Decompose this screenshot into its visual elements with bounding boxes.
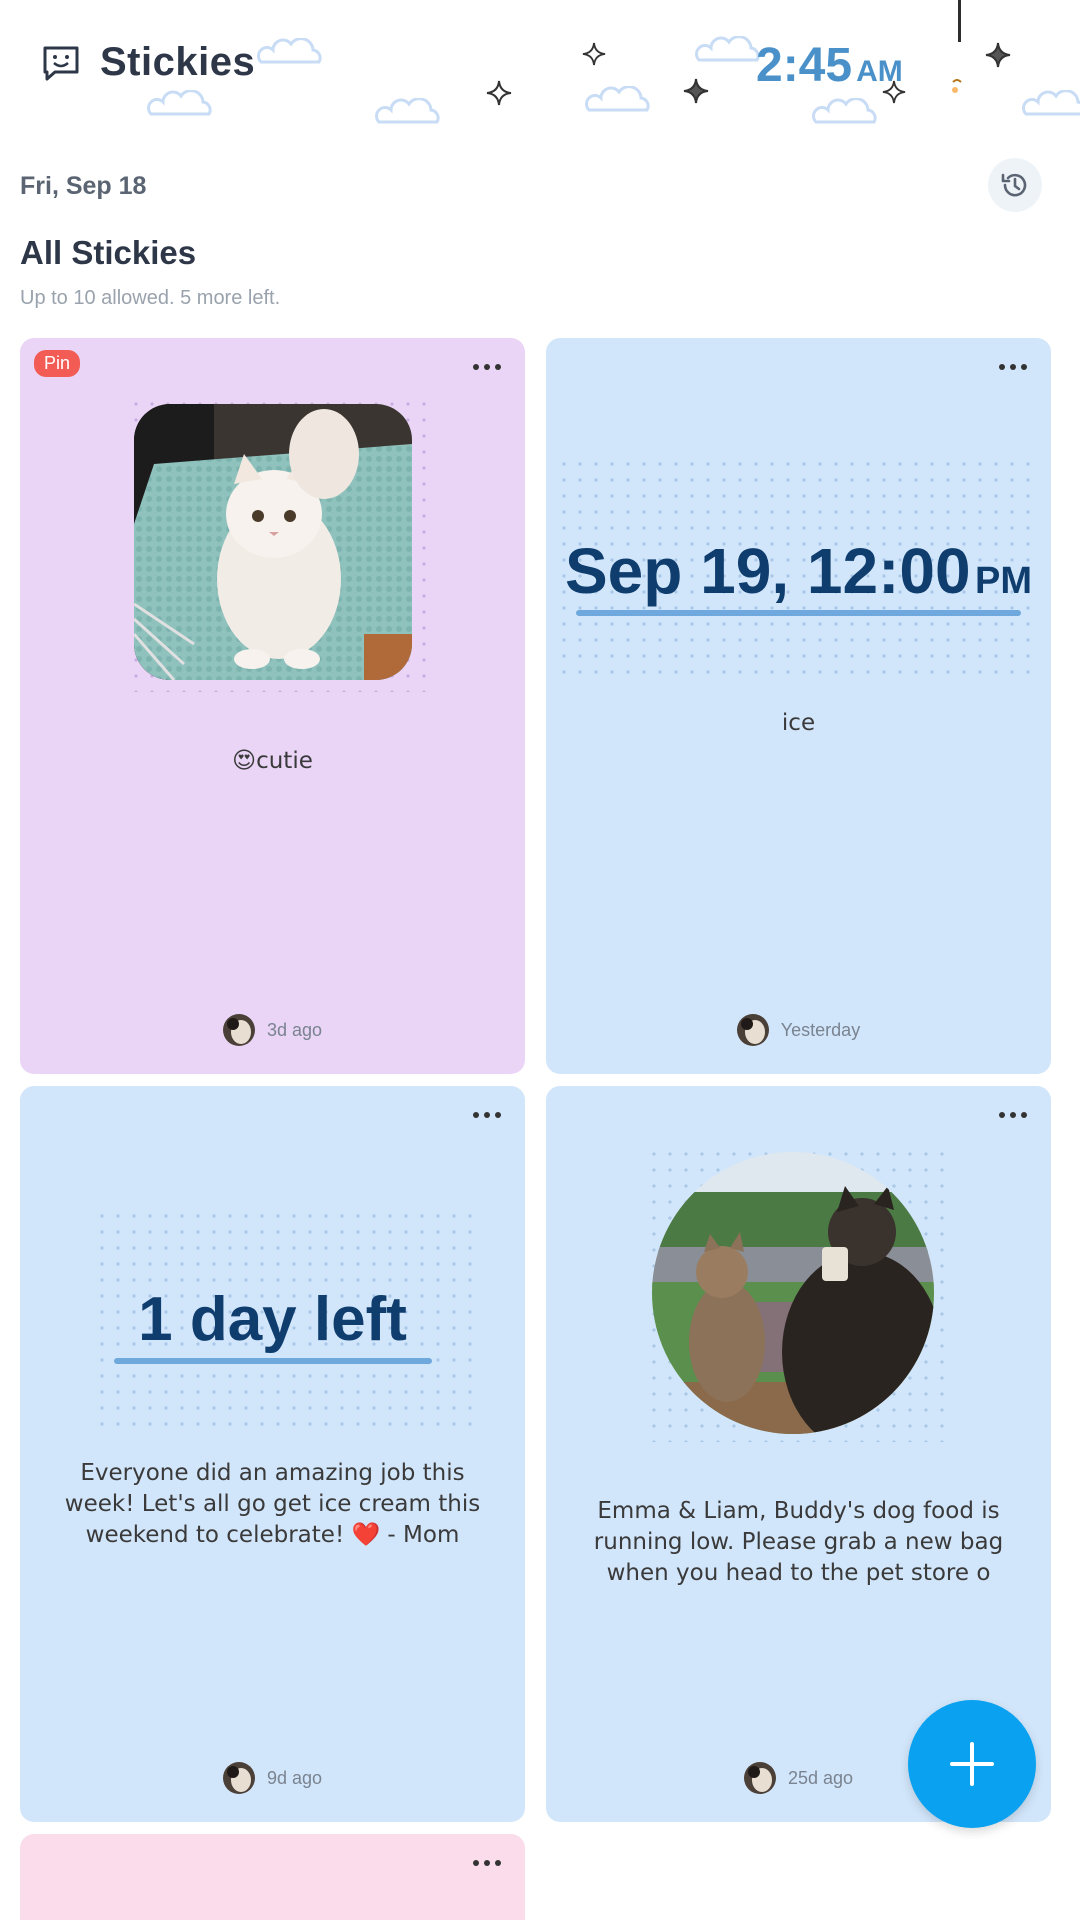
clock-ampm: AM [856, 55, 903, 88]
sticky-text: 😍cutie [232, 748, 313, 774]
cloud-decoration [585, 86, 650, 112]
sparkle-icon [486, 80, 512, 106]
add-sticky-button[interactable] [908, 1700, 1036, 1828]
more-options-button[interactable] [993, 352, 1033, 382]
sparkle-icon [683, 78, 709, 104]
more-options-button[interactable] [993, 1100, 1033, 1130]
cat-photo [134, 404, 412, 680]
plus-icon [950, 1742, 994, 1786]
avatar [736, 1014, 769, 1046]
header: Stickies 2:45 AM [0, 0, 1080, 130]
more-options-button[interactable] [467, 352, 507, 382]
date-underline [576, 610, 1021, 616]
clock: 2:45 AM [756, 38, 903, 93]
sticky-card[interactable] [20, 1834, 525, 1920]
cloud-decoration [375, 98, 440, 124]
sticky-card[interactable]: Sep 19, 12:00 PM ice Yesterday [546, 338, 1051, 1074]
more-options-button[interactable] [467, 1848, 507, 1878]
event-date-suffix: PM [975, 560, 1033, 602]
sticky-footer: 3d ago [20, 1014, 525, 1046]
clock-time: 2:45 [756, 39, 853, 92]
cloud-decoration [695, 36, 760, 62]
sticky-card[interactable]: 1 day left Everyone did an amazing job t… [20, 1086, 525, 1822]
cloud-decoration [257, 38, 322, 64]
cloud-decoration [812, 98, 877, 124]
timestamp: Yesterday [780, 1019, 861, 1040]
avatar [743, 1762, 776, 1794]
countdown-underline [114, 1358, 432, 1364]
cloud-decoration [1022, 90, 1080, 116]
app-title: Stickies [100, 40, 256, 84]
event-date: Sep 19, 12:00 PM [546, 534, 1051, 608]
avatar [222, 1014, 255, 1046]
sticky-footer: Yesterday [546, 1014, 1051, 1046]
cloud-decoration [147, 90, 212, 116]
event-date-main: Sep 19, 12:00 [564, 535, 971, 607]
chat-smile-icon [43, 46, 79, 81]
sticky-text: Emma & Liam, Buddy's dog food is running… [593, 1498, 1004, 1586]
sticky-text: ice [781, 710, 816, 736]
avatar [222, 1762, 255, 1794]
countdown-label: 1 day left [138, 1285, 407, 1354]
sticky-card[interactable]: Pin 😍cutie 3d ago [20, 338, 525, 1074]
timestamp: 3d ago [266, 1019, 323, 1040]
timestamp: 25d ago [787, 1767, 854, 1788]
section-subtitle: Up to 10 allowed. 5 more left. [20, 287, 281, 309]
timestamp: 9d ago [266, 1767, 323, 1788]
history-icon [1001, 173, 1027, 197]
sticky-text: Everyone did an amazing job this week! L… [64, 1460, 481, 1548]
sticky-footer: 9d ago [20, 1762, 525, 1794]
cats-photo [652, 1152, 934, 1434]
date-label: Fri, Sep 18 [20, 172, 147, 200]
history-button[interactable] [988, 158, 1042, 212]
more-options-button[interactable] [467, 1100, 507, 1130]
pin-badge: Pin [34, 350, 81, 377]
moon-icon [941, 40, 1005, 123]
section-title: All Stickies [20, 234, 197, 271]
sparkle-icon [582, 42, 606, 66]
